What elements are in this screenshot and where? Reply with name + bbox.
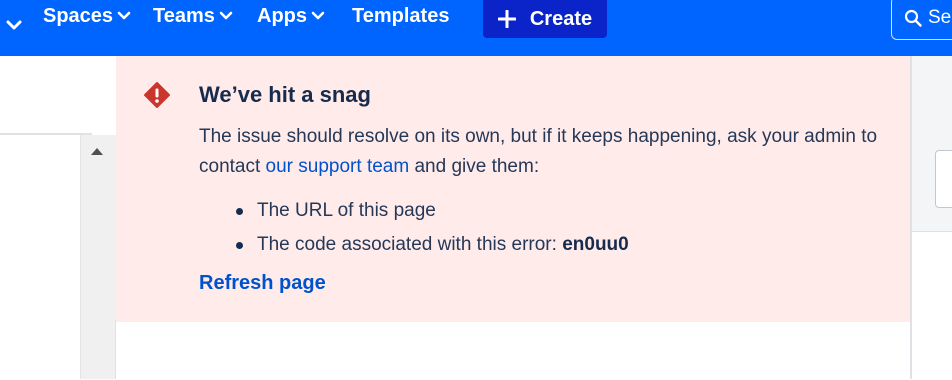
search-icon bbox=[904, 9, 922, 27]
sidebar-header-area bbox=[0, 56, 116, 135]
nav-apps-dropdown[interactable]: Apps bbox=[257, 0, 325, 32]
error-description-end: and give them: bbox=[409, 156, 540, 177]
nav-templates-link[interactable]: Templates bbox=[352, 0, 449, 32]
error-title: We’ve hit a snag bbox=[199, 82, 371, 107]
chevron-down-icon[interactable] bbox=[4, 16, 28, 40]
sidebar-divider bbox=[0, 133, 92, 135]
support-team-link[interactable]: our support team bbox=[266, 156, 410, 177]
nav-apps-label: Apps bbox=[257, 4, 307, 27]
create-button[interactable]: Create bbox=[483, 0, 607, 38]
right-panel-input[interactable] bbox=[935, 150, 952, 208]
search-placeholder: Se bbox=[928, 7, 952, 28]
list-item-text: The code associated with this error: bbox=[257, 234, 563, 255]
top-navigation-bar: Spaces Teams Apps Templates Create Se bbox=[0, 0, 952, 56]
create-button-label: Create bbox=[529, 7, 593, 30]
error-diamond-icon bbox=[144, 82, 170, 108]
list-item: The URL of this page bbox=[199, 196, 629, 230]
refresh-page-link[interactable]: Refresh page bbox=[199, 272, 326, 295]
list-item: The code associated with this error: en0… bbox=[199, 230, 629, 264]
error-details-list: The URL of this page The code associated… bbox=[199, 196, 629, 264]
chevron-down-icon bbox=[311, 11, 325, 20]
list-item-text: The URL of this page bbox=[257, 200, 436, 221]
nav-spaces-dropdown[interactable]: Spaces bbox=[43, 0, 131, 32]
plus-icon bbox=[497, 10, 516, 28]
nav-teams-label: Teams bbox=[153, 4, 215, 27]
chevron-down-icon bbox=[219, 11, 233, 20]
chevron-down-icon bbox=[117, 11, 131, 20]
right-side-panel-lower bbox=[912, 231, 952, 380]
sidebar-scrollbar[interactable] bbox=[80, 135, 117, 379]
nav-spaces-label: Spaces bbox=[43, 4, 114, 27]
error-description: The issue should resolve on its own, but… bbox=[199, 122, 889, 182]
error-message-panel: We’ve hit a snag The issue should resolv… bbox=[116, 56, 910, 322]
nav-templates-label: Templates bbox=[352, 4, 450, 27]
nav-teams-dropdown[interactable]: Teams bbox=[153, 0, 233, 32]
error-code: en0uu0 bbox=[562, 234, 629, 255]
triangle-up-icon[interactable] bbox=[90, 146, 104, 156]
main-content-area bbox=[116, 322, 910, 379]
search-input[interactable]: Se bbox=[891, 0, 952, 40]
